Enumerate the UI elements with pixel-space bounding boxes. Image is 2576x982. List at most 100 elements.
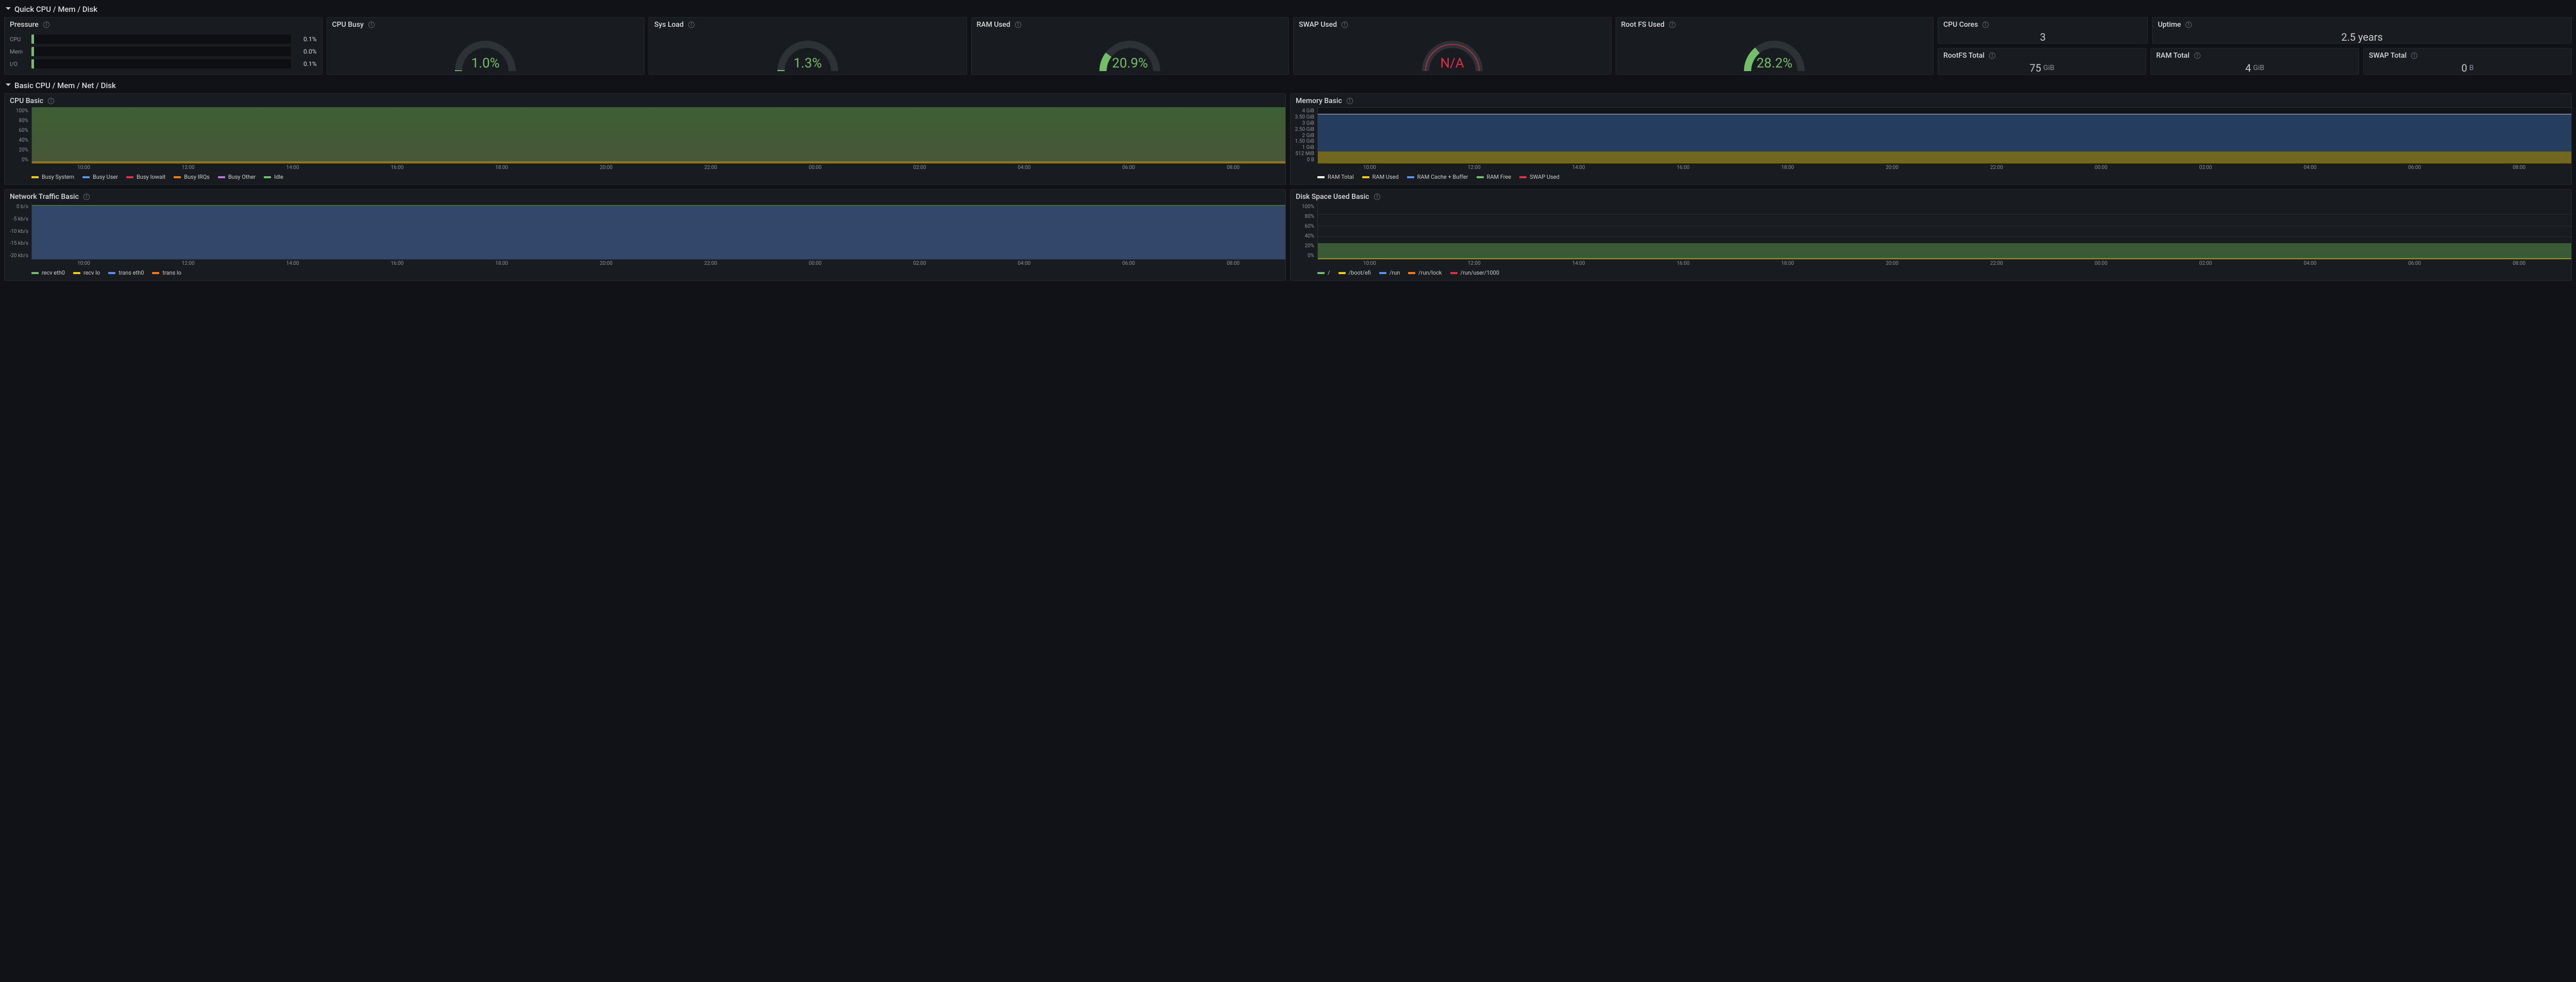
panel-title-text: RAM Total (2156, 52, 2190, 60)
legend-swatch (1408, 272, 1415, 274)
gauge-value: 1.3% (769, 56, 846, 71)
panel-stat[interactable]: CPU Cores 3 (1938, 17, 2148, 44)
chart-disk-basic[interactable] (1317, 203, 2571, 260)
x-tick: 12:00 (1422, 165, 1527, 171)
legend-item[interactable]: /boot/efi (1338, 269, 1371, 276)
gauge: 1.0% (447, 32, 524, 71)
legend-label: RAM Free (1487, 174, 1512, 180)
panel-stat[interactable]: RootFS Total 75GiB (1938, 48, 2146, 75)
legend-item[interactable]: recv eth0 (31, 269, 65, 276)
chevron-down-icon (5, 82, 11, 90)
info-icon[interactable] (2194, 52, 2201, 59)
info-icon[interactable] (1374, 193, 1381, 200)
y-tick: -10 kb/s (10, 229, 28, 234)
panel-gauge[interactable]: RAM Used 20.9% (971, 17, 1290, 75)
panel-stat[interactable]: SWAP Total 0B (2363, 48, 2572, 75)
legend-item[interactable]: Busy IRQs (174, 174, 210, 180)
info-icon[interactable] (368, 21, 375, 28)
legend-item[interactable]: recv lo (73, 269, 100, 276)
legend-item[interactable]: Busy User (82, 174, 118, 180)
panel-pressure[interactable]: Pressure CPU 0.1%Mem 0.0%I/O 0.1% (4, 17, 323, 75)
chart-network-basic[interactable] (31, 203, 1285, 260)
pressure-bar (31, 35, 291, 44)
legend-item[interactable]: trans eth0 (108, 269, 144, 276)
legend-item[interactable]: /run/user/1000 (1450, 269, 1500, 276)
legend-item[interactable]: Idle (264, 174, 283, 180)
section-header-quick[interactable]: Quick CPU / Mem / Disk (4, 3, 2572, 17)
legend-item[interactable]: RAM Total (1317, 174, 1354, 180)
y-tick: 40% (19, 138, 28, 143)
panel-stat[interactable]: RAM Total 4GiB (2150, 48, 2359, 75)
panel-stat[interactable]: Uptime 2.5 years (2152, 17, 2572, 44)
panel-title-text: RootFS Total (1943, 52, 1985, 60)
y-tick: 60% (1304, 224, 1314, 229)
legend-swatch (1450, 272, 1458, 274)
legend-item[interactable]: /run/lock (1408, 269, 1442, 276)
legend-swatch (31, 272, 39, 274)
panel-disk-basic[interactable]: Disk Space Used Basic 100%80%60%40%20%0%… (1290, 189, 2572, 281)
legend-item[interactable]: RAM Free (1477, 174, 1512, 180)
x-tick: 00:00 (763, 165, 868, 171)
panel-gauge[interactable]: CPU Busy 1.0% (327, 17, 645, 75)
y-tick: 3.50 GiB (1295, 114, 1314, 120)
stat-value: 3 (2040, 31, 2046, 43)
panel-gauge[interactable]: SWAP Used N/A (1293, 17, 1612, 75)
panel-network-basic[interactable]: Network Traffic Basic 0 b/s-5 kb/s-10 kb… (4, 189, 1286, 281)
legend-item[interactable]: trans lo (152, 269, 181, 276)
x-tick: 06:00 (1076, 165, 1181, 171)
info-icon[interactable] (43, 21, 50, 28)
section-header-basic[interactable]: Basic CPU / Mem / Net / Disk (4, 79, 2572, 93)
panel-gauge[interactable]: Root FS Used 28.2% (1616, 17, 1934, 75)
info-icon[interactable] (1669, 21, 1676, 28)
section-title: Quick CPU / Mem / Disk (14, 5, 97, 14)
info-icon[interactable] (1014, 21, 1022, 28)
info-icon[interactable] (47, 97, 55, 105)
x-tick: 06:00 (1076, 261, 1181, 266)
x-tick: 02:00 (2154, 165, 2258, 171)
y-tick: 100% (1302, 204, 1314, 210)
panel-memory-basic[interactable]: Memory Basic 4 GiB3.50 GiB3 GiB2.50 GiB2… (1290, 93, 2572, 185)
chart-cpu-basic[interactable] (31, 107, 1285, 164)
info-icon[interactable] (1341, 21, 1348, 28)
legend-label: RAM Used (1372, 174, 1399, 180)
legend-item[interactable]: SWAP Used (1519, 174, 1560, 180)
legend-swatch (108, 272, 115, 274)
panel-gauge[interactable]: Sys Load 1.3% (649, 17, 967, 75)
x-tick: 06:00 (2362, 261, 2467, 266)
info-icon[interactable] (1989, 52, 1996, 59)
legend-label: Busy User (93, 174, 118, 180)
legend-item[interactable]: / (1317, 269, 1330, 276)
info-icon[interactable] (1982, 21, 1989, 28)
legend-item[interactable]: Busy Iowait (126, 174, 165, 180)
quick-row: Pressure CPU 0.1%Mem 0.0%I/O 0.1% CPU Bu… (4, 17, 2572, 75)
panel-cpu-basic[interactable]: CPU Basic 100%80%60%40%20%0% 10:0012:001… (4, 93, 1286, 185)
pressure-row: Mem 0.0% (10, 47, 317, 56)
legend-item[interactable]: RAM Used (1362, 174, 1399, 180)
info-icon[interactable] (2185, 21, 2192, 28)
legend-item[interactable]: /run (1379, 269, 1400, 276)
y-tick: 80% (19, 118, 28, 124)
legend-label: Busy System (42, 174, 74, 180)
gauge-value: 20.9% (1091, 56, 1168, 71)
gauge-value: N/A (1414, 56, 1491, 71)
info-icon[interactable] (688, 21, 695, 28)
chevron-down-icon (5, 6, 11, 13)
info-icon[interactable] (2411, 52, 2418, 59)
legend-swatch (1477, 176, 1484, 178)
y-tick: 0% (22, 157, 28, 163)
info-icon[interactable] (83, 193, 90, 200)
y-tick: 2.50 GiB (1295, 127, 1314, 132)
info-icon[interactable] (1346, 97, 1353, 105)
panel-title-text: CPU Busy (332, 21, 364, 29)
x-tick: 18:00 (1735, 165, 1840, 171)
legend-item[interactable]: RAM Cache + Buffer (1407, 174, 1468, 180)
legend-label: Busy Other (228, 174, 256, 180)
legend-item[interactable]: Busy Other (218, 174, 256, 180)
legend-item[interactable]: Busy System (31, 174, 74, 180)
gauge-value: 28.2% (1736, 56, 1813, 71)
chart-memory-basic[interactable] (1317, 107, 2571, 164)
pressure-row: I/O 0.1% (10, 59, 317, 69)
stat-unit: GiB (2043, 64, 2055, 72)
legend-swatch (1317, 176, 1325, 178)
x-tick: 00:00 (2049, 261, 2154, 266)
